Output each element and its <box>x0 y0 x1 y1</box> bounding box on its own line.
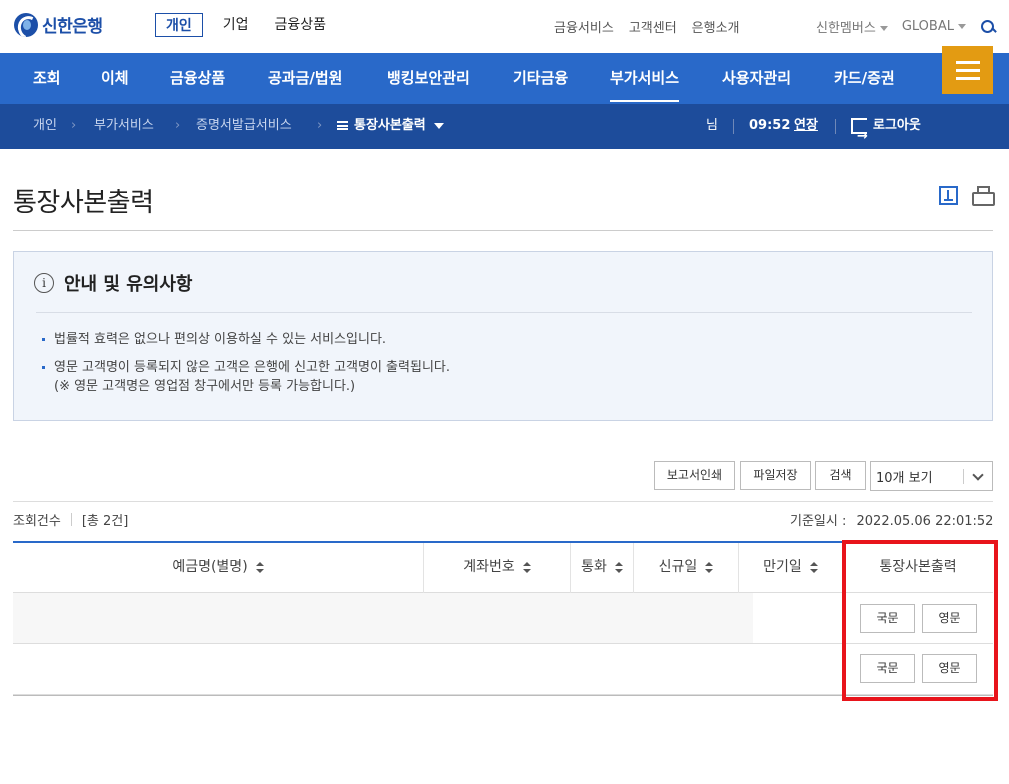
menu-transfer[interactable]: 이체 <box>101 53 129 104</box>
page-title: 통장사본출력 <box>13 188 154 218</box>
breadcrumb-current: 통장사본출력 <box>354 118 426 133</box>
chevron-down-icon <box>433 122 444 129</box>
customer-type-nav: 개인 기업 금융상품 <box>155 13 346 37</box>
header-label: 예금명(별명) <box>172 559 248 575</box>
hamburger-icon <box>955 60 980 64</box>
header-open-date[interactable]: 신규일 <box>634 543 739 593</box>
breadcrumb-additional-services[interactable]: 부가서비스 <box>94 104 154 149</box>
menu-user-management[interactable]: 사용자관리 <box>722 53 791 104</box>
user-name-suffix: 님 <box>706 118 718 133</box>
menu-additional-services[interactable]: 부가서비스 <box>610 53 680 102</box>
notice-item: 영문 고객명이 등록되지 않은 고객은 은행에 신고한 고객명이 출력됩니다. … <box>42 358 450 396</box>
shinhan-logo-icon <box>14 12 38 37</box>
sort-icon <box>705 561 714 573</box>
breadcrumb-certificate-service[interactable]: 증명서발급서비스 <box>196 104 292 149</box>
page-size-value: 10개 보기 <box>876 471 933 486</box>
search-button[interactable]: 검색 <box>815 461 866 490</box>
menu-security[interactable]: 뱅킹보안관리 <box>387 53 470 104</box>
util-bank-intro[interactable]: 은행소개 <box>692 17 740 36</box>
session-extend-link[interactable]: 연장 <box>794 104 818 149</box>
list-divider <box>13 501 993 502</box>
header-label: 계좌번호 <box>463 559 515 575</box>
save-file-button[interactable]: 파일저장 <box>740 461 811 490</box>
base-time-label: 기준일시 : <box>790 514 847 529</box>
divider <box>70 513 72 526</box>
menu-card-securities[interactable]: 카드/증권 <box>834 53 895 104</box>
util-financial-services[interactable]: 금융서비스 <box>554 17 614 36</box>
count-label: 조회건수 <box>13 514 61 529</box>
logout-label: 로그아웃 <box>873 118 921 133</box>
export-icon[interactable] <box>939 186 958 205</box>
menu-icon <box>337 121 348 130</box>
notice-title: 안내 및 유의사항 <box>64 274 193 295</box>
sort-icon <box>522 561 531 573</box>
top-bar: 신한은행 개인 기업 금융상품 금융서비스 고객센터 은행소개 신한멤버스 GL… <box>0 0 1009 53</box>
global-label: GLOBAL <box>901 19 954 34</box>
right-nav: 신한멤버스 GLOBAL <box>816 17 996 36</box>
all-menu-button[interactable] <box>942 46 993 94</box>
chevron-right-icon: › <box>71 118 77 133</box>
header-account-number[interactable]: 계좌번호 <box>424 543 571 593</box>
divider <box>733 119 734 134</box>
page-tools <box>939 186 995 206</box>
select-divider <box>963 469 964 484</box>
info-icon: i <box>34 273 54 293</box>
menu-products[interactable]: 금융상품 <box>170 53 225 104</box>
chevron-down-icon <box>957 24 966 29</box>
top-nav-personal[interactable]: 개인 <box>155 13 203 37</box>
breadcrumb-personal[interactable]: 개인 <box>33 104 57 149</box>
print-icon[interactable] <box>972 186 995 206</box>
global-dropdown[interactable]: GLOBAL <box>902 19 966 34</box>
base-time: 기준일시 : 2022.05.06 22:01:52 <box>790 510 993 529</box>
divider <box>835 119 836 134</box>
top-nav-products[interactable]: 금융상품 <box>269 13 333 37</box>
notice-header: i 안내 및 유의사항 <box>34 270 192 296</box>
brand-name: 신한은행 <box>42 17 103 37</box>
search-icon[interactable] <box>980 19 996 35</box>
notice-box: i 안내 및 유의사항 법률적 효력은 없으나 편의상 이용하실 수 있는 서비… <box>13 251 993 421</box>
header-label: 만기일 <box>763 559 802 575</box>
shinhan-logo[interactable]: 신한은행 <box>14 12 103 37</box>
sort-icon <box>255 561 264 573</box>
chevron-down-icon <box>879 26 888 31</box>
notice-item: 법률적 효력은 없으나 편의상 이용하실 수 있는 서비스입니다. <box>42 330 450 349</box>
notice-item-note: (※ 영문 고객명은 영업점 창구에서만 등록 가능합니다.) <box>54 379 356 394</box>
main-menu: 조회 이체 금융상품 공과금/법원 뱅킹보안관리 기타금융 부가서비스 사용자관… <box>0 53 1009 104</box>
title-divider <box>13 230 993 231</box>
page-size-select[interactable]: 10개 보기 <box>870 461 993 491</box>
breadcrumb-bar: 개인 › 부가서비스 › 증명서발급서비스 › 통장사본출력 님 09:52 연… <box>0 104 1009 159</box>
result-count: 조회건수 [총 2건] <box>13 510 128 529</box>
menu-bills-court[interactable]: 공과금/법원 <box>268 53 342 104</box>
top-nav-business[interactable]: 기업 <box>217 13 255 37</box>
chevron-right-icon: › <box>175 118 181 133</box>
session-timer: 09:52 <box>749 118 791 133</box>
header-maturity-date[interactable]: 만기일 <box>739 543 843 593</box>
row-data-cells <box>13 593 753 643</box>
chevron-down-icon <box>972 469 984 481</box>
members-dropdown[interactable]: 신한멤버스 <box>816 17 888 36</box>
logout-icon <box>851 115 868 159</box>
highlight-box <box>842 540 998 701</box>
header-label: 신규일 <box>658 559 698 575</box>
count-value: [총 2건] <box>81 514 129 529</box>
util-customer-center[interactable]: 고객센터 <box>629 17 677 36</box>
chevron-right-icon: › <box>317 118 323 133</box>
header-currency[interactable]: 통화 <box>571 543 634 593</box>
logout-button[interactable]: 로그아웃 <box>851 104 921 159</box>
menu-other-finance[interactable]: 기타금융 <box>513 53 568 104</box>
header-label: 통화 <box>581 559 607 575</box>
sort-icon <box>809 561 818 573</box>
menu-inquiry[interactable]: 조회 <box>33 53 61 104</box>
header-deposit-name[interactable]: 예금명(별명) <box>13 543 424 593</box>
members-label: 신한멤버스 <box>816 21 876 36</box>
breadcrumb-current-dropdown[interactable]: 통장사본출력 <box>337 104 444 149</box>
sort-icon <box>614 561 623 573</box>
base-time-value: 2022.05.06 22:01:52 <box>856 514 994 529</box>
notice-item-line: 영문 고객명이 등록되지 않은 고객은 은행에 신고한 고객명이 출력됩니다. <box>54 360 450 375</box>
notice-divider <box>36 312 972 313</box>
print-report-button[interactable]: 보고서인쇄 <box>654 461 735 490</box>
utility-nav: 금융서비스 고객센터 은행소개 <box>554 17 740 36</box>
notice-list: 법률적 효력은 없으나 편의상 이용하실 수 있는 서비스입니다. 영문 고객명… <box>42 330 450 396</box>
